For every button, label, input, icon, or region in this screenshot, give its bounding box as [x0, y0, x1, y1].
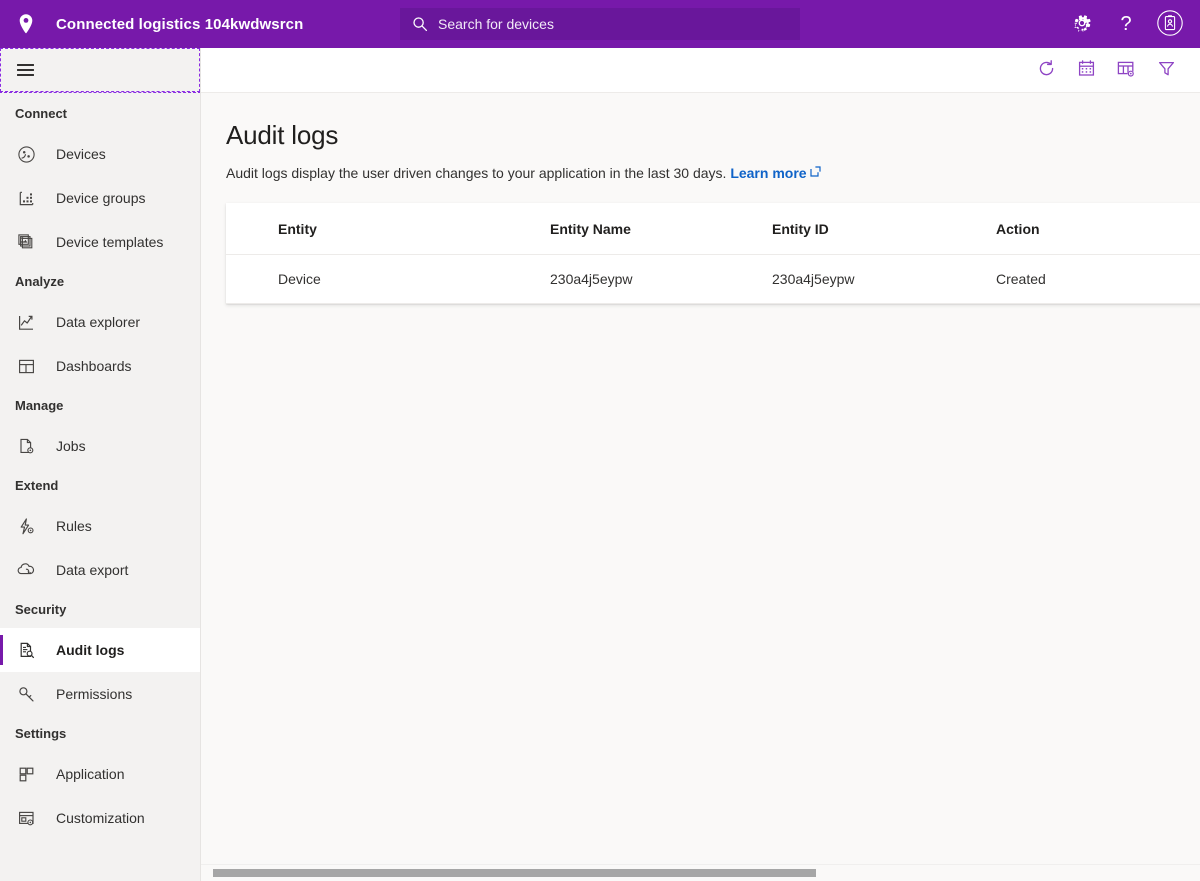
sidebar-item-dashboards[interactable]: Dashboards — [0, 344, 200, 388]
menu-toggle-button[interactable] — [1, 49, 49, 91]
device-groups-icon — [15, 187, 37, 209]
audit-logs-table: Entity Entity Name Entity ID Action Devi… — [226, 203, 1200, 304]
cell-entity-id: 230a4j5eypw — [772, 255, 996, 304]
sidebar-item-device-templates[interactable]: Device templates — [0, 220, 200, 264]
lightning-gear-icon — [15, 515, 37, 537]
sidebar-item-label: Permissions — [56, 686, 132, 702]
sidebar-item-data-export[interactable]: Data export — [0, 548, 200, 592]
help-button[interactable]: ? — [1104, 0, 1148, 48]
devices-icon — [15, 143, 37, 165]
sidebar-nav: Connect Devices — [0, 92, 200, 840]
column-header-entity-name[interactable]: Entity Name — [550, 203, 772, 255]
refresh-button[interactable] — [1026, 50, 1066, 90]
sidebar-item-jobs[interactable]: Jobs — [0, 424, 200, 468]
sidebar-item-audit-logs[interactable]: Audit logs — [0, 628, 200, 672]
account-button[interactable] — [1148, 0, 1192, 48]
jobs-document-gear-icon — [15, 435, 37, 457]
sidebar-item-label: Data explorer — [56, 314, 140, 330]
cell-action: Created — [996, 255, 1200, 304]
sidebar-item-label: Device groups — [56, 190, 146, 206]
page-description-text: Audit logs display the user driven chang… — [226, 165, 726, 181]
date-range-button[interactable] — [1066, 50, 1106, 90]
sidebar-item-label: Customization — [56, 810, 145, 826]
sidebar-item-label: Jobs — [56, 438, 86, 454]
key-icon — [15, 683, 37, 705]
sidebar-item-device-groups[interactable]: Device groups — [0, 176, 200, 220]
content-area: Audit logs Audit logs display the user d… — [201, 93, 1200, 881]
search-input[interactable] — [428, 9, 800, 39]
sidebar-item-data-explorer[interactable]: Data explorer — [0, 300, 200, 344]
sidebar-item-devices[interactable]: Devices — [0, 132, 200, 176]
hamburger-icon — [17, 61, 34, 79]
sidebar-item-label: Dashboards — [56, 358, 132, 374]
cell-entity-name: 230a4j5eypw — [550, 255, 772, 304]
sidebar-item-label: Data export — [56, 562, 128, 578]
sidebar-item-label: Devices — [56, 146, 106, 162]
horizontal-scrollbar-thumb[interactable] — [213, 869, 816, 877]
column-options-button[interactable] — [1106, 50, 1146, 90]
location-pin-icon — [14, 12, 38, 36]
app-title: Connected logistics 104kwdwsrcn — [56, 16, 303, 33]
gear-icon — [1072, 13, 1092, 36]
refresh-icon — [1037, 59, 1056, 81]
device-templates-icon — [15, 231, 37, 253]
external-link-icon — [810, 162, 821, 182]
page-description: Audit logs display the user driven chang… — [226, 162, 1200, 183]
sidebar-section-extend: Extend — [0, 468, 200, 504]
line-chart-icon — [15, 311, 37, 333]
column-header-action[interactable]: Action — [996, 203, 1200, 255]
application-layout-icon — [15, 763, 37, 785]
sidebar-section-connect: Connect — [0, 96, 200, 132]
column-header-entity[interactable]: Entity — [226, 203, 550, 255]
header-actions: ? — [1060, 0, 1192, 48]
table-body: Device 230a4j5eypw 230a4j5eypw Created — [226, 255, 1200, 304]
search-icon — [412, 16, 428, 32]
sidebar-item-permissions[interactable]: Permissions — [0, 672, 200, 716]
table-row[interactable]: Device 230a4j5eypw 230a4j5eypw Created — [226, 255, 1200, 304]
filter-button[interactable] — [1146, 50, 1186, 90]
sidebar-section-security: Security — [0, 592, 200, 628]
horizontal-scrollbar[interactable] — [201, 864, 1200, 881]
cell-entity: Device — [226, 255, 550, 304]
table-header: Entity Entity Name Entity ID Action — [226, 203, 1200, 255]
dashboard-grid-icon — [15, 355, 37, 377]
search-box[interactable] — [400, 8, 800, 40]
sidebar-item-rules[interactable]: Rules — [0, 504, 200, 548]
user-badge-icon — [1156, 9, 1184, 40]
settings-button[interactable] — [1060, 0, 1104, 48]
column-header-entity-id[interactable]: Entity ID — [772, 203, 996, 255]
top-header: Connected logistics 104kwdwsrcn — [0, 0, 1200, 48]
page-title: Audit logs — [226, 119, 1200, 151]
table-header-row: Entity Entity Name Entity ID Action — [226, 203, 1200, 255]
calendar-icon — [1077, 59, 1096, 81]
command-bar — [201, 48, 1200, 93]
audit-document-icon — [15, 639, 37, 661]
sidebar-section-manage: Manage — [0, 388, 200, 424]
filter-icon — [1157, 59, 1176, 81]
question-mark-icon: ? — [1120, 14, 1131, 34]
menu-toggle-row[interactable] — [0, 48, 200, 92]
sidebar-section-settings: Settings — [0, 716, 200, 752]
learn-more-link[interactable]: Learn more — [730, 165, 806, 181]
sidebar-item-label: Application — [56, 766, 125, 782]
sidebar-item-customization[interactable]: Customization — [0, 796, 200, 840]
sidebar-section-analyze: Analyze — [0, 264, 200, 300]
main-area: Audit logs Audit logs display the user d… — [201, 48, 1200, 881]
body: Connect Devices — [0, 48, 1200, 881]
sidebar-item-label: Rules — [56, 518, 92, 534]
sidebar: Connect Devices — [0, 48, 201, 881]
customization-window-gear-icon — [15, 807, 37, 829]
sidebar-item-label: Device templates — [56, 234, 163, 250]
audit-logs-table-card: Entity Entity Name Entity ID Action Devi… — [226, 203, 1200, 304]
sidebar-item-application[interactable]: Application — [0, 752, 200, 796]
brand: Connected logistics 104kwdwsrcn — [0, 0, 303, 48]
column-options-icon — [1116, 59, 1136, 82]
cloud-export-icon — [15, 559, 37, 581]
sidebar-item-label: Audit logs — [56, 642, 124, 658]
app-root: Connected logistics 104kwdwsrcn — [0, 0, 1200, 881]
